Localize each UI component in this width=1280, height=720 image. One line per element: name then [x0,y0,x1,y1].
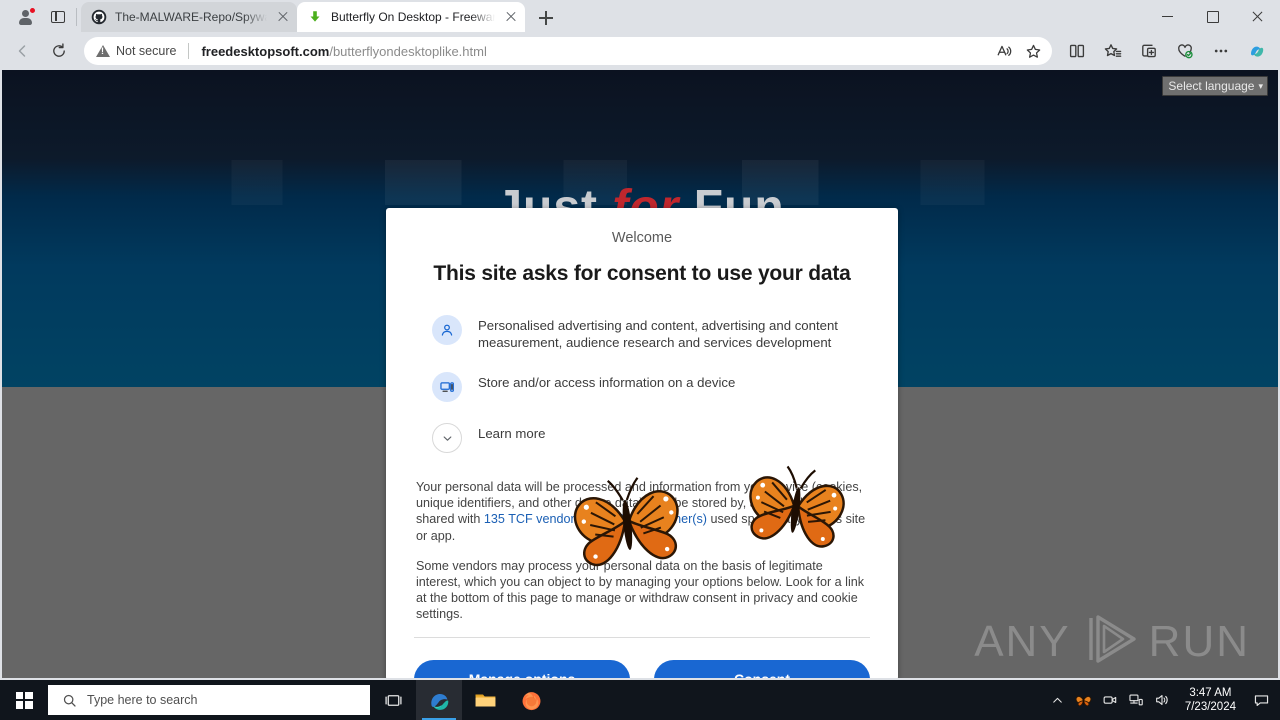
consent-heading: This site asks for consent to use your d… [433,262,851,285]
settings-more-icon[interactable] [1204,36,1238,66]
volume-icon[interactable] [1149,680,1175,720]
tab-malware-repo[interactable]: The-MALWARE-Repo/Spyware/b [81,2,297,32]
favorites-list-icon[interactable] [1096,36,1130,66]
taskbar-item-file-explorer[interactable] [462,680,508,720]
network-icon[interactable] [1123,680,1149,720]
task-view-button[interactable] [370,680,416,720]
url-text: freedesktopsoft.com/butterflyondesktopli… [201,44,486,59]
consent-purpose-advertising: Personalised advertising and content, ad… [412,314,872,351]
page-viewport: Just for Fun Select language ▾ Welcome T… [0,70,1280,680]
consent-button[interactable]: Consent [654,659,870,678]
taskbar-item-edge[interactable] [416,680,462,720]
anyrun-watermark: ANY RUN [974,613,1250,670]
play-triangle-icon [1079,613,1141,670]
warning-triangle-icon [96,45,110,57]
file-explorer-icon [475,693,495,707]
maximize-button[interactable] [1190,0,1235,32]
tab-actions-icon [51,11,65,23]
tab-actions-button[interactable] [42,2,74,32]
security-label: Not secure [116,44,177,58]
url-path: /butterflyondesktoplike.html [329,43,487,59]
tab-close-button[interactable] [275,9,291,25]
favorite-star-icon[interactable] [1018,38,1048,64]
split-screen-icon[interactable] [1060,36,1094,66]
system-tray: 3:47 AM 7/23/2024 [1045,680,1280,720]
consent-learn-more-row[interactable]: Learn more [412,422,872,453]
device-icon [432,372,462,402]
start-button[interactable] [0,680,48,720]
consent-purpose-label: Personalised advertising and content, ad… [478,318,838,350]
edge-icon [430,693,448,710]
tab-strip: The-MALWARE-Repo/Spyware/b Butterfly On … [0,0,1280,32]
windows-logo-icon [15,691,33,709]
show-hidden-icons-button[interactable] [1045,680,1071,720]
manage-options-button[interactable]: Manage options [414,659,630,678]
butterfly-overlay [738,451,855,563]
tab-title: Butterfly On Desktop - Freeware [331,10,495,24]
clock-date: 7/23/2024 [1184,701,1236,713]
consent-purpose-label: Store and/or access information on a dev… [478,375,736,390]
consent-welcome-label: Welcome [611,230,673,246]
consent-learn-more-label: Learn more [478,426,546,441]
browser-toolbar: Not secure freedesktopsoft.com/butterfly… [0,32,1280,70]
new-tab-button[interactable] [531,4,561,32]
firefox-icon [522,691,540,710]
omnibox-actions [988,38,1048,64]
clock-time: 3:47 AM [1189,687,1232,699]
butterfly-overlay [563,461,694,581]
github-icon [91,9,107,25]
screen: The-MALWARE-Repo/Spyware/b Butterfly On … [0,0,1280,720]
language-select-label: Select language [1168,79,1255,93]
butterfly-tray-icon[interactable] [1071,680,1097,720]
site-security-indicator[interactable]: Not secure [96,44,176,58]
omnibox-divider [188,43,190,59]
taskbar-clock[interactable]: 3:47 AM 7/23/2024 [1175,686,1246,714]
tab-butterfly-on-desktop[interactable]: Butterfly On Desktop - Freeware [297,2,525,32]
tab-close-button[interactable] [503,9,519,25]
profile-alert-dot [29,7,36,14]
chevron-down-icon [432,423,462,453]
person-icon [432,315,462,345]
download-arrow-icon [307,9,323,25]
language-select[interactable]: Select language ▾ [1162,76,1268,96]
watermark-text-any: ANY [974,616,1071,666]
chevron-down-icon: ▾ [1258,80,1263,91]
url-domain: freedesktopsoft.com [201,43,330,59]
read-aloud-icon[interactable] [988,38,1018,64]
consent-purpose-device-storage: Store and/or access information on a dev… [412,371,872,402]
action-center-button[interactable] [1246,680,1276,720]
collections-icon[interactable] [1132,36,1166,66]
consent-dialog: Welcome This site asks for consent to us… [386,208,898,678]
close-window-button[interactable] [1235,0,1280,32]
browser-essentials-icon[interactable] [1168,36,1202,66]
taskbar-search[interactable]: Type here to search [48,685,370,715]
browser-window: The-MALWARE-Repo/Spyware/b Butterfly On … [0,0,1280,680]
taskbar-item-firefox[interactable] [508,680,554,720]
consent-divider [414,636,870,638]
windows-taskbar: Type here to search 3:47 AM 7/23/2024 [0,680,1280,720]
minimize-button[interactable] [1145,0,1190,32]
profile-button[interactable] [8,2,42,32]
consent-actions: Manage options Consent [412,659,872,678]
window-controls [1145,0,1280,32]
watermark-text-run: RUN [1148,616,1250,666]
search-icon [63,694,76,707]
camera-icon[interactable] [1097,680,1123,720]
refresh-button[interactable] [42,36,76,66]
tab-divider [76,8,77,26]
tab-title: The-MALWARE-Repo/Spyware/b [115,10,267,24]
search-placeholder: Type here to search [87,693,198,707]
back-button[interactable] [6,36,40,66]
copilot-icon[interactable] [1240,36,1274,66]
address-bar[interactable]: Not secure freedesktopsoft.com/butterfly… [84,37,1052,65]
